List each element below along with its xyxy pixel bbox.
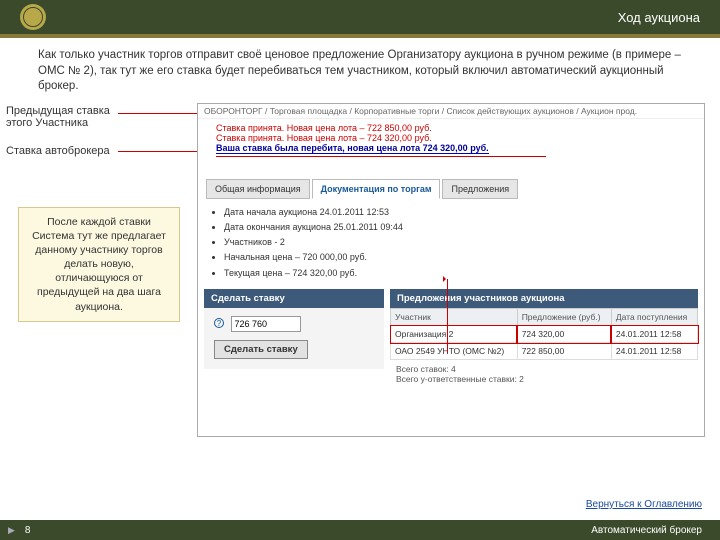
info-item: Начальная цена – 720 000,00 руб.	[224, 250, 694, 265]
pointer-line	[118, 113, 208, 114]
offers-table: Участник Предложение (руб.) Дата поступл…	[390, 308, 698, 360]
alert-underline-red	[216, 156, 546, 157]
table-row: Организация 2 724 320,00 24.01.2011 12:5…	[391, 326, 698, 343]
title-bar: Ход аукциона	[0, 0, 720, 38]
pointer-line	[118, 151, 208, 152]
alert-line: Ставка принята. Новая цена лота – 724 32…	[216, 133, 696, 143]
offers-body: Участник Предложение (руб.) Дата поступл…	[390, 308, 698, 388]
alert-line-main: Ваша ставка была перебита, новая цена ло…	[216, 143, 489, 154]
cell-participant: Организация 2	[391, 326, 518, 343]
info-item: Участников - 2	[224, 235, 694, 250]
panel-header: Предложения участников аукциона	[390, 289, 698, 308]
info-item: Дата начала аукциона 24.01.2011 12:53	[224, 205, 694, 220]
slide-title: Ход аукциона	[618, 10, 700, 25]
bid-body: ? Сделать ставку	[204, 308, 384, 369]
intro-paragraph: Как только участник торгов отправит своё…	[0, 38, 720, 103]
footer-caption: Автоматический брокер	[591, 525, 702, 536]
app-screenshot: ОБОРОНТОРГ / Торговая площадка / Корпора…	[197, 103, 705, 437]
table-row: ОАО 2549 УНТО (ОМС №2) 722 850,00 24.01.…	[391, 343, 698, 360]
logo-emblem	[20, 4, 46, 30]
panel-make-bid: Сделать ставку ? Сделать ставку	[204, 289, 384, 388]
breadcrumb: ОБОРОНТОРГ / Торговая площадка / Корпора…	[198, 104, 704, 119]
total-bids: Всего ставок: 4	[396, 364, 692, 374]
panels-row: Сделать ставку ? Сделать ставку Предложе…	[198, 285, 704, 388]
tabs: Общая информация Документация по торгам …	[198, 179, 704, 199]
cell-date: 24.01.2011 12:58	[611, 326, 697, 343]
label-prev-bid: Предыдущая ставка этого Участника	[6, 105, 110, 129]
tab-general[interactable]: Общая информация	[206, 179, 310, 199]
cell-participant: ОАО 2549 УНТО (ОМС №2)	[391, 343, 518, 360]
cell-offer: 722 850,00	[517, 343, 611, 360]
alerts-block: Ставка принята. Новая цена лота – 722 85…	[198, 119, 704, 163]
help-icon[interactable]: ?	[214, 318, 224, 328]
back-to-toc-link[interactable]: Вернуться к Оглавлению	[586, 499, 702, 510]
table-header-row: Участник Предложение (руб.) Дата поступл…	[391, 309, 698, 326]
footer-bar: ▶ 8 Автоматический брокер	[0, 520, 720, 540]
tab-offers[interactable]: Предложения	[442, 179, 518, 199]
bid-input[interactable]	[231, 316, 301, 332]
callout-left: После каждой ставки Система тут же предл…	[18, 207, 180, 322]
triangle-icon: ▶	[8, 525, 15, 536]
auction-info: Дата начала аукциона 24.01.2011 12:53 Да…	[198, 199, 704, 285]
cell-date: 24.01.2011 12:58	[611, 343, 697, 360]
cell-offer: 724 320,00	[517, 326, 611, 343]
totals: Всего ставок: 4 Всего у-ответственные ст…	[390, 360, 698, 388]
pointer-line	[447, 279, 448, 353]
info-item: Дата окончания аукциона 25.01.2011 09:44	[224, 220, 694, 235]
col-participant: Участник	[391, 309, 518, 326]
total-resp: Всего у-ответственные ставки: 2	[396, 374, 692, 384]
label-autobroker: Ставка автоброкера	[6, 145, 110, 157]
panel-offers: Предложения участников аукциона Участник…	[390, 289, 698, 388]
submit-bid-button[interactable]: Сделать ставку	[214, 340, 308, 359]
alert-line: Ставка принята. Новая цена лота – 722 85…	[216, 123, 696, 133]
page-number: 8	[25, 525, 31, 536]
col-offer: Предложение (руб.)	[517, 309, 611, 326]
col-date: Дата поступления	[611, 309, 697, 326]
tab-docs[interactable]: Документация по торгам	[312, 179, 441, 199]
info-item: Текущая цена – 724 320,00 руб.	[224, 266, 694, 281]
panel-header: Сделать ставку	[204, 289, 384, 308]
page-number-block: ▶ 8	[8, 525, 30, 536]
